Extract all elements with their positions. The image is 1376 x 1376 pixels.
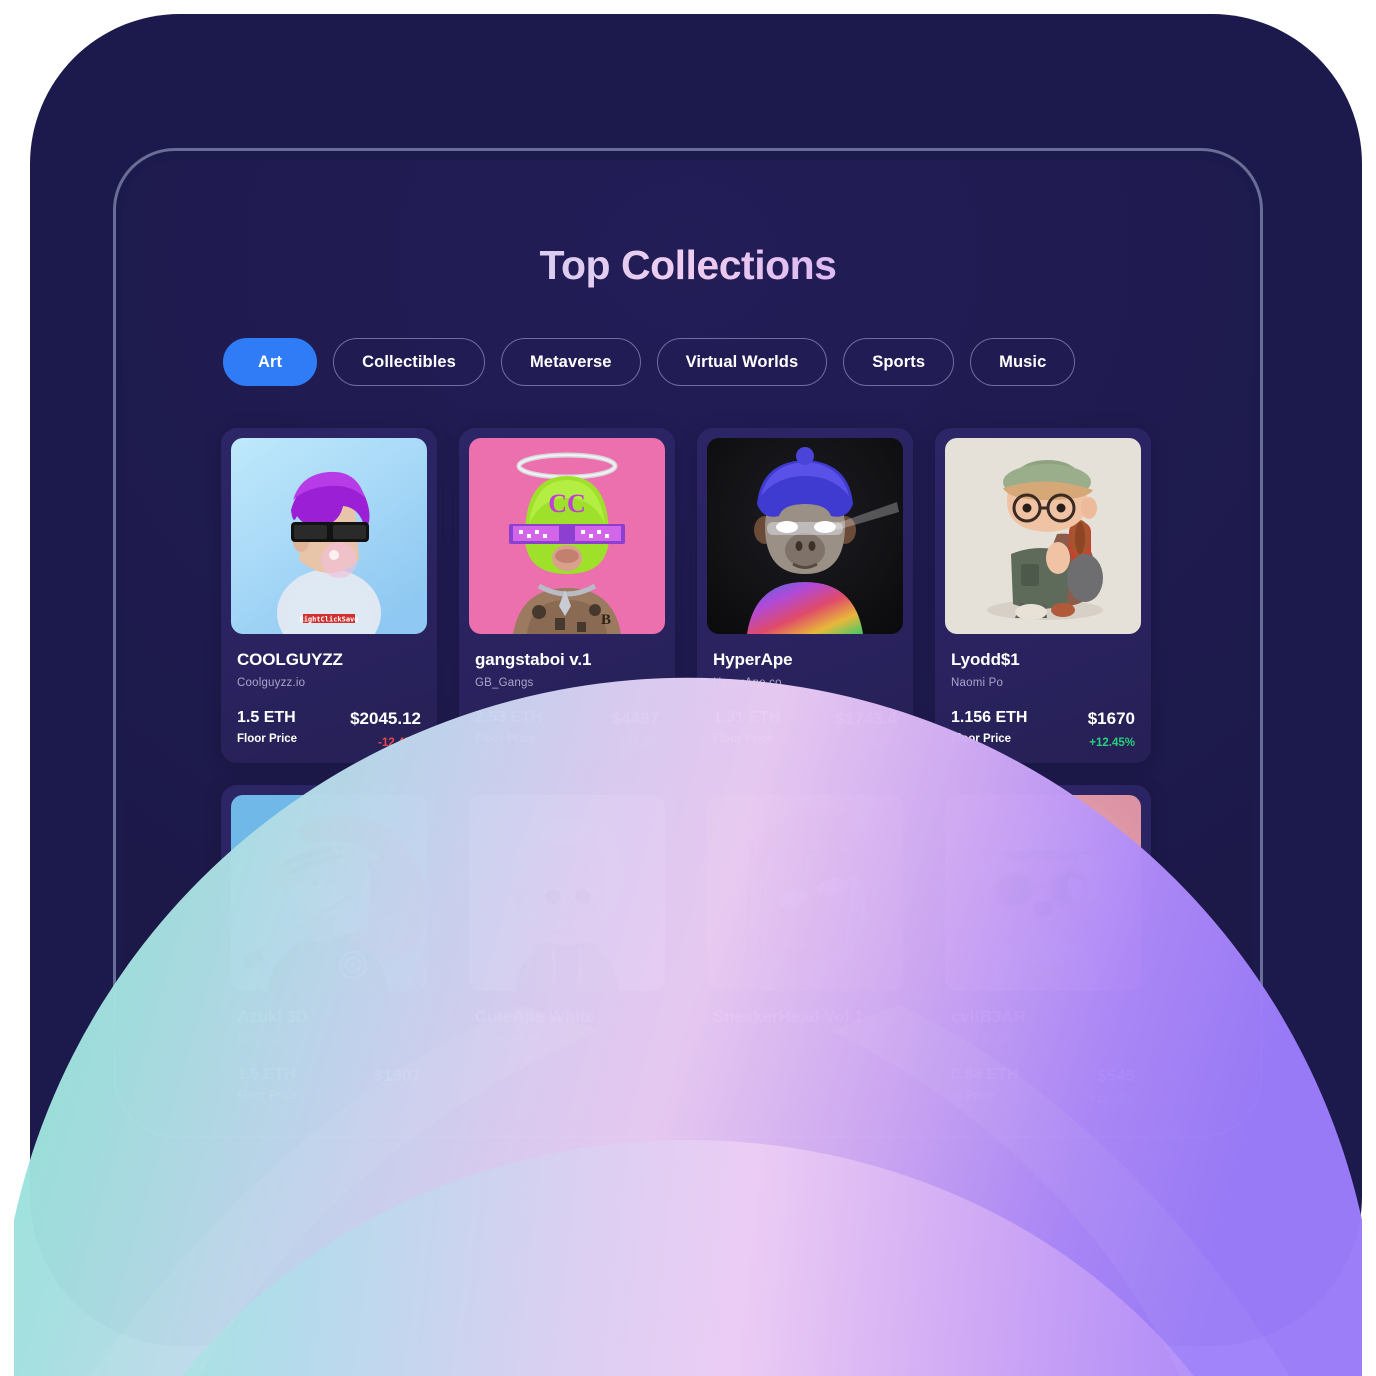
floor-price-label: Floor Price — [237, 1090, 298, 1102]
collection-stats: 1.5 ETH Floor Price $2045.12 -12.45% — [237, 709, 421, 749]
floor-price-label: or Price — [951, 1090, 994, 1102]
price-change-badge: -12.45% — [378, 737, 421, 749]
svg-text:CC: CC — [548, 489, 586, 518]
collection-card[interactable]: Azuki 3D AZUKI.JP 1.5 ETH Floor Price $1… — [221, 785, 437, 1120]
tab-metaverse[interactable]: Metaverse — [500, 338, 641, 386]
price-change-badge: -5.6% — [866, 737, 897, 749]
floor-price-eth: 1.5 ETH — [237, 1066, 296, 1083]
collection-stats: 1.31 ETH Floor Price $1743.4 -5.6% — [713, 709, 897, 749]
floor-price-usd: $2045.12 — [350, 709, 421, 728]
collection-stats: 1.5 ETH Floor Price $1907 — [237, 1066, 421, 1102]
floor-price-eth: 1.156 ETH — [951, 709, 1028, 726]
collection-card[interactable]: CuteApe White CuteApe_99 — [459, 785, 675, 1120]
floor-price-usd: $545 — [1097, 1066, 1135, 1085]
nft-artwork-laser-eyes-ape — [707, 438, 903, 634]
collection-name: HyperApe — [713, 650, 793, 669]
tab-art[interactable]: Art — [223, 338, 318, 386]
collection-stats — [713, 1047, 897, 1055]
page-title: Top Collections — [123, 242, 1253, 289]
collection-creator: Coolguyzz.io — [237, 677, 306, 689]
svg-text:RightClickSave: RightClickSave — [299, 616, 358, 624]
category-tabs: Art Collectibles Metaverse Virtual World… — [223, 338, 1253, 386]
collections-panel: Top Collections Art Collectibles Metaver… — [123, 160, 1253, 1126]
nft-artwork-samurai-umbrella — [231, 795, 427, 991]
collection-stats: 2.53 ETH Floor Price $4487 +34.5% — [475, 709, 659, 749]
floor-price-eth: 2.53 ETH — [475, 709, 543, 726]
tab-virtual-worlds[interactable]: Virtual Worlds — [656, 338, 828, 386]
floor-price-label: Floor Price — [951, 733, 1012, 745]
collection-stats: 0.88 ETH or Price $545 +12.45% — [951, 1066, 1135, 1106]
collection-name: cvltB3AR — [951, 1007, 1026, 1026]
collection-card[interactable]: Lyodd$1 Naomi Po 1.156 ETH Floor Price $… — [935, 428, 1151, 763]
collection-creator: GB_Gangs — [475, 677, 534, 689]
floor-price-usd: $1743.4 — [835, 709, 897, 728]
collection-card[interactable]: RightClickSave COOLGUYZZ Coolguyzz.io 1.… — [221, 428, 437, 763]
price-change-badge: +12.45% — [1089, 1094, 1135, 1106]
floor-price-label: Floor Price — [713, 733, 774, 745]
nft-artwork-white-hair-ape — [469, 795, 665, 991]
floor-price-eth: 1.31 ETH — [713, 709, 781, 726]
collection-name: COOLGUYZZ — [237, 650, 343, 669]
collection-name: Lyodd$1 — [951, 650, 1020, 669]
price-change-badge: +12.45% — [1089, 737, 1135, 749]
floor-price-usd: $4487 — [611, 709, 659, 728]
collection-card[interactable]: HyperApe HyperApe.co 1.31 ETH Floor Pric… — [697, 428, 913, 763]
collection-creator: CVLTBEAR — [951, 1034, 1013, 1046]
collection-creator: CuteApe_99 — [475, 1034, 541, 1046]
collection-name: gangstaboi v.1 — [475, 650, 592, 669]
collection-card[interactable]: SneakerHead Vol.1 — [697, 785, 913, 1120]
collection-card[interactable]: $1 $1 cvltB3AR CVLTBEAR 0.88 ETH or Pric… — [935, 785, 1151, 1120]
tab-music[interactable]: Music — [970, 338, 1076, 386]
floor-price-label: Floor Price — [237, 733, 298, 745]
floor-price-label: Floor Price — [475, 733, 536, 745]
screenshot-root: Top Collections Art Collectibles Metaver… — [0, 0, 1376, 1376]
floor-price-eth: 0.88 ETH — [951, 1066, 1019, 1083]
collections-grid: RightClickSave COOLGUYZZ Coolguyzz.io 1.… — [221, 428, 1253, 1120]
tab-collectibles[interactable]: Collectibles — [333, 338, 485, 386]
floor-price-usd: $1670 — [1087, 709, 1135, 728]
floor-price-eth: 1.5 ETH — [237, 709, 296, 726]
collection-stats: 1.156 ETH Floor Price $1670 +12.45% — [951, 709, 1135, 749]
collection-creator: HyperApe.co — [713, 677, 782, 689]
nft-artwork-pink-bear: $1 $1 — [945, 795, 1141, 991]
collection-creator: AZUKI.JP — [237, 1034, 290, 1046]
collection-name: CuteApe White — [475, 1007, 595, 1026]
collection-creator: Naomi Po — [951, 677, 1004, 689]
nft-artwork-green-ski-mask-halo: CC B — [469, 438, 665, 634]
price-change-badge: +34.5% — [619, 737, 659, 749]
collection-name: Azuki 3D — [237, 1007, 308, 1026]
tab-sports[interactable]: Sports — [843, 338, 955, 386]
nft-artwork-backpack-boy — [945, 438, 1141, 634]
collection-stats — [475, 1066, 659, 1074]
svg-text:B: B — [601, 612, 611, 628]
collection-card[interactable]: CC B gangstaboi v.1 GB_Gangs 2.53 ETH Fl… — [459, 428, 675, 763]
nft-artwork-purple-hair-bubblegum: RightClickSave — [231, 438, 427, 634]
collection-name: SneakerHead Vol.1 — [713, 1007, 864, 1026]
nft-artwork-leather-head — [707, 795, 903, 991]
floor-price-usd: $1907 — [373, 1066, 421, 1085]
